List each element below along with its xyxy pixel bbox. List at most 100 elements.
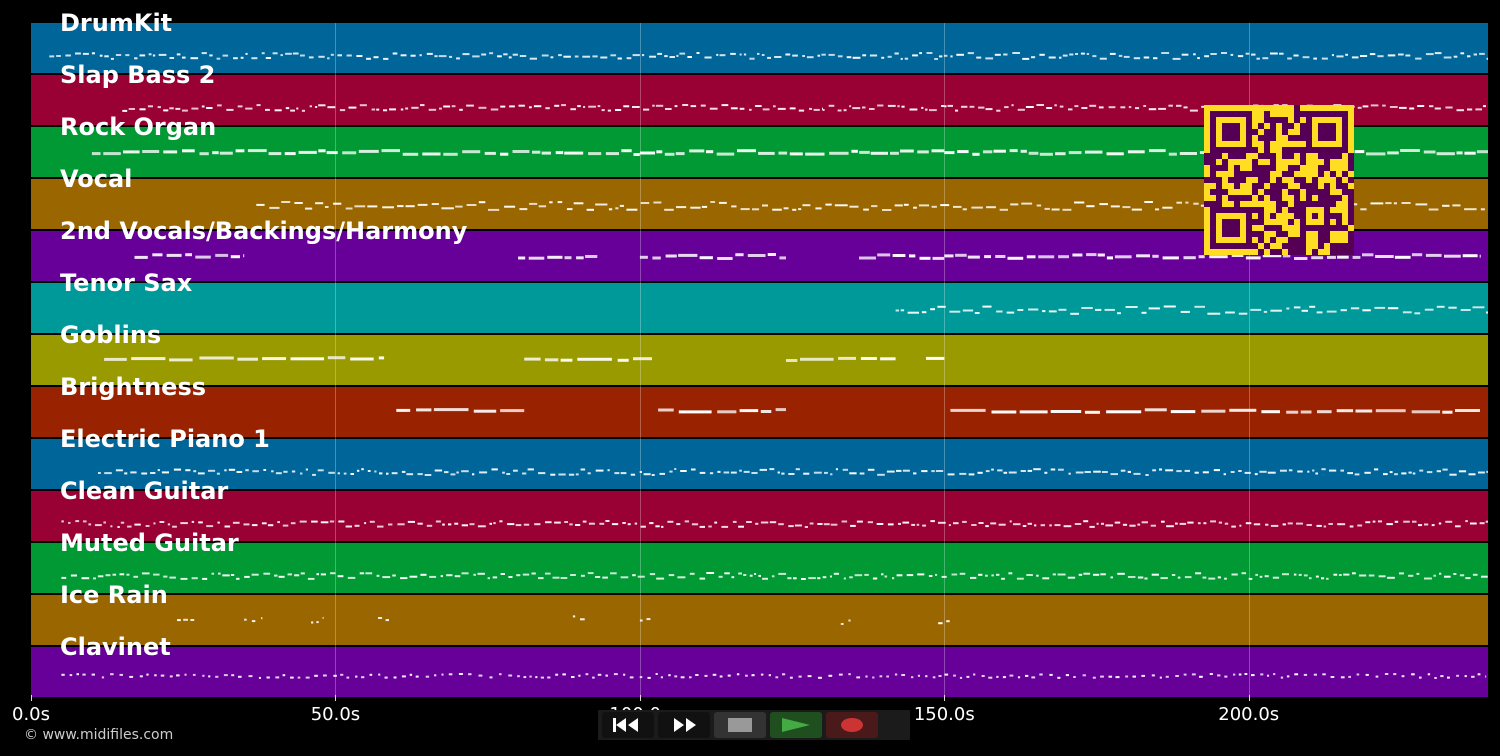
- note: [1048, 56, 1056, 59]
- note: [411, 106, 419, 109]
- note: [141, 572, 150, 575]
- note: [199, 356, 234, 360]
- note: [1238, 470, 1242, 472]
- note: [294, 202, 303, 204]
- note: [104, 55, 109, 58]
- note: [515, 524, 522, 527]
- note: [534, 523, 541, 526]
- note: [206, 107, 213, 109]
- note: [330, 53, 334, 56]
- note: [1362, 309, 1371, 312]
- note: [1217, 674, 1221, 677]
- track-row[interactable]: [31, 647, 1488, 697]
- note: [1453, 55, 1458, 58]
- fast-forward-button[interactable]: [658, 712, 710, 738]
- note: [134, 523, 141, 526]
- note: [1086, 205, 1095, 208]
- note: [632, 574, 636, 577]
- note: [235, 149, 245, 153]
- note: [859, 150, 870, 154]
- track-row[interactable]: [31, 23, 1488, 73]
- note: [580, 618, 585, 621]
- note: [1049, 673, 1053, 676]
- track-row[interactable]: [31, 595, 1488, 645]
- stop-button[interactable]: [714, 712, 766, 738]
- note: [902, 469, 910, 472]
- note: [290, 676, 294, 679]
- note: [749, 108, 752, 111]
- note: [595, 469, 604, 472]
- note: [1159, 468, 1162, 471]
- track-row[interactable]: [31, 283, 1488, 333]
- note: [1428, 208, 1439, 211]
- note: [1401, 675, 1405, 678]
- note: [1452, 204, 1461, 207]
- note: [1213, 469, 1220, 472]
- note: [282, 524, 289, 527]
- note: [1287, 57, 1292, 60]
- note: [215, 253, 229, 257]
- note: [664, 152, 675, 156]
- note: [823, 523, 830, 526]
- note: [215, 675, 219, 678]
- note: [440, 575, 443, 578]
- note: [1059, 56, 1062, 59]
- note: [860, 357, 877, 360]
- note: [405, 205, 415, 208]
- note: [902, 521, 910, 524]
- note: [202, 577, 208, 580]
- note: [468, 673, 472, 676]
- transport-controls: [598, 710, 910, 740]
- note: [588, 105, 596, 108]
- note: [798, 675, 802, 678]
- note: [1282, 523, 1286, 526]
- note: [1062, 54, 1068, 57]
- note: [1350, 307, 1360, 310]
- note: [346, 54, 352, 57]
- record-button[interactable]: [826, 712, 878, 738]
- note: [798, 208, 802, 211]
- note: [367, 205, 378, 208]
- note: [1074, 201, 1085, 204]
- track-row[interactable]: [31, 335, 1488, 385]
- note: [674, 675, 678, 678]
- note: [759, 468, 767, 471]
- note: [996, 675, 999, 678]
- note: [541, 54, 549, 57]
- play-button[interactable]: [770, 712, 822, 738]
- note: [676, 54, 679, 57]
- qr-code-icon[interactable]: [1204, 105, 1354, 255]
- note: [921, 470, 928, 473]
- note: [1460, 52, 1465, 55]
- note: [82, 673, 86, 676]
- rewind-button[interactable]: [602, 712, 654, 738]
- note: [959, 572, 966, 575]
- note: [585, 673, 589, 676]
- note: [1078, 573, 1083, 576]
- note: [251, 524, 258, 527]
- note: [383, 109, 388, 112]
- track-label: Slap Bass 2: [60, 61, 216, 89]
- note: [689, 149, 705, 153]
- note: [283, 470, 288, 473]
- note: [305, 207, 313, 210]
- note: [1070, 312, 1079, 315]
- note: [1398, 53, 1404, 56]
- track-notes: [61, 572, 1488, 580]
- note: [1163, 305, 1176, 308]
- note: [921, 311, 927, 314]
- note: [795, 468, 800, 471]
- note: [1028, 151, 1039, 155]
- note: [554, 521, 561, 524]
- note: [503, 53, 508, 56]
- track-row[interactable]: [31, 491, 1488, 541]
- note: [1384, 673, 1389, 675]
- note: [669, 470, 673, 473]
- note: [104, 357, 127, 361]
- note: [897, 105, 900, 108]
- note: [1074, 105, 1079, 108]
- track-row[interactable]: [31, 543, 1488, 593]
- note: [599, 522, 605, 525]
- note: [630, 473, 636, 476]
- note: [856, 676, 861, 679]
